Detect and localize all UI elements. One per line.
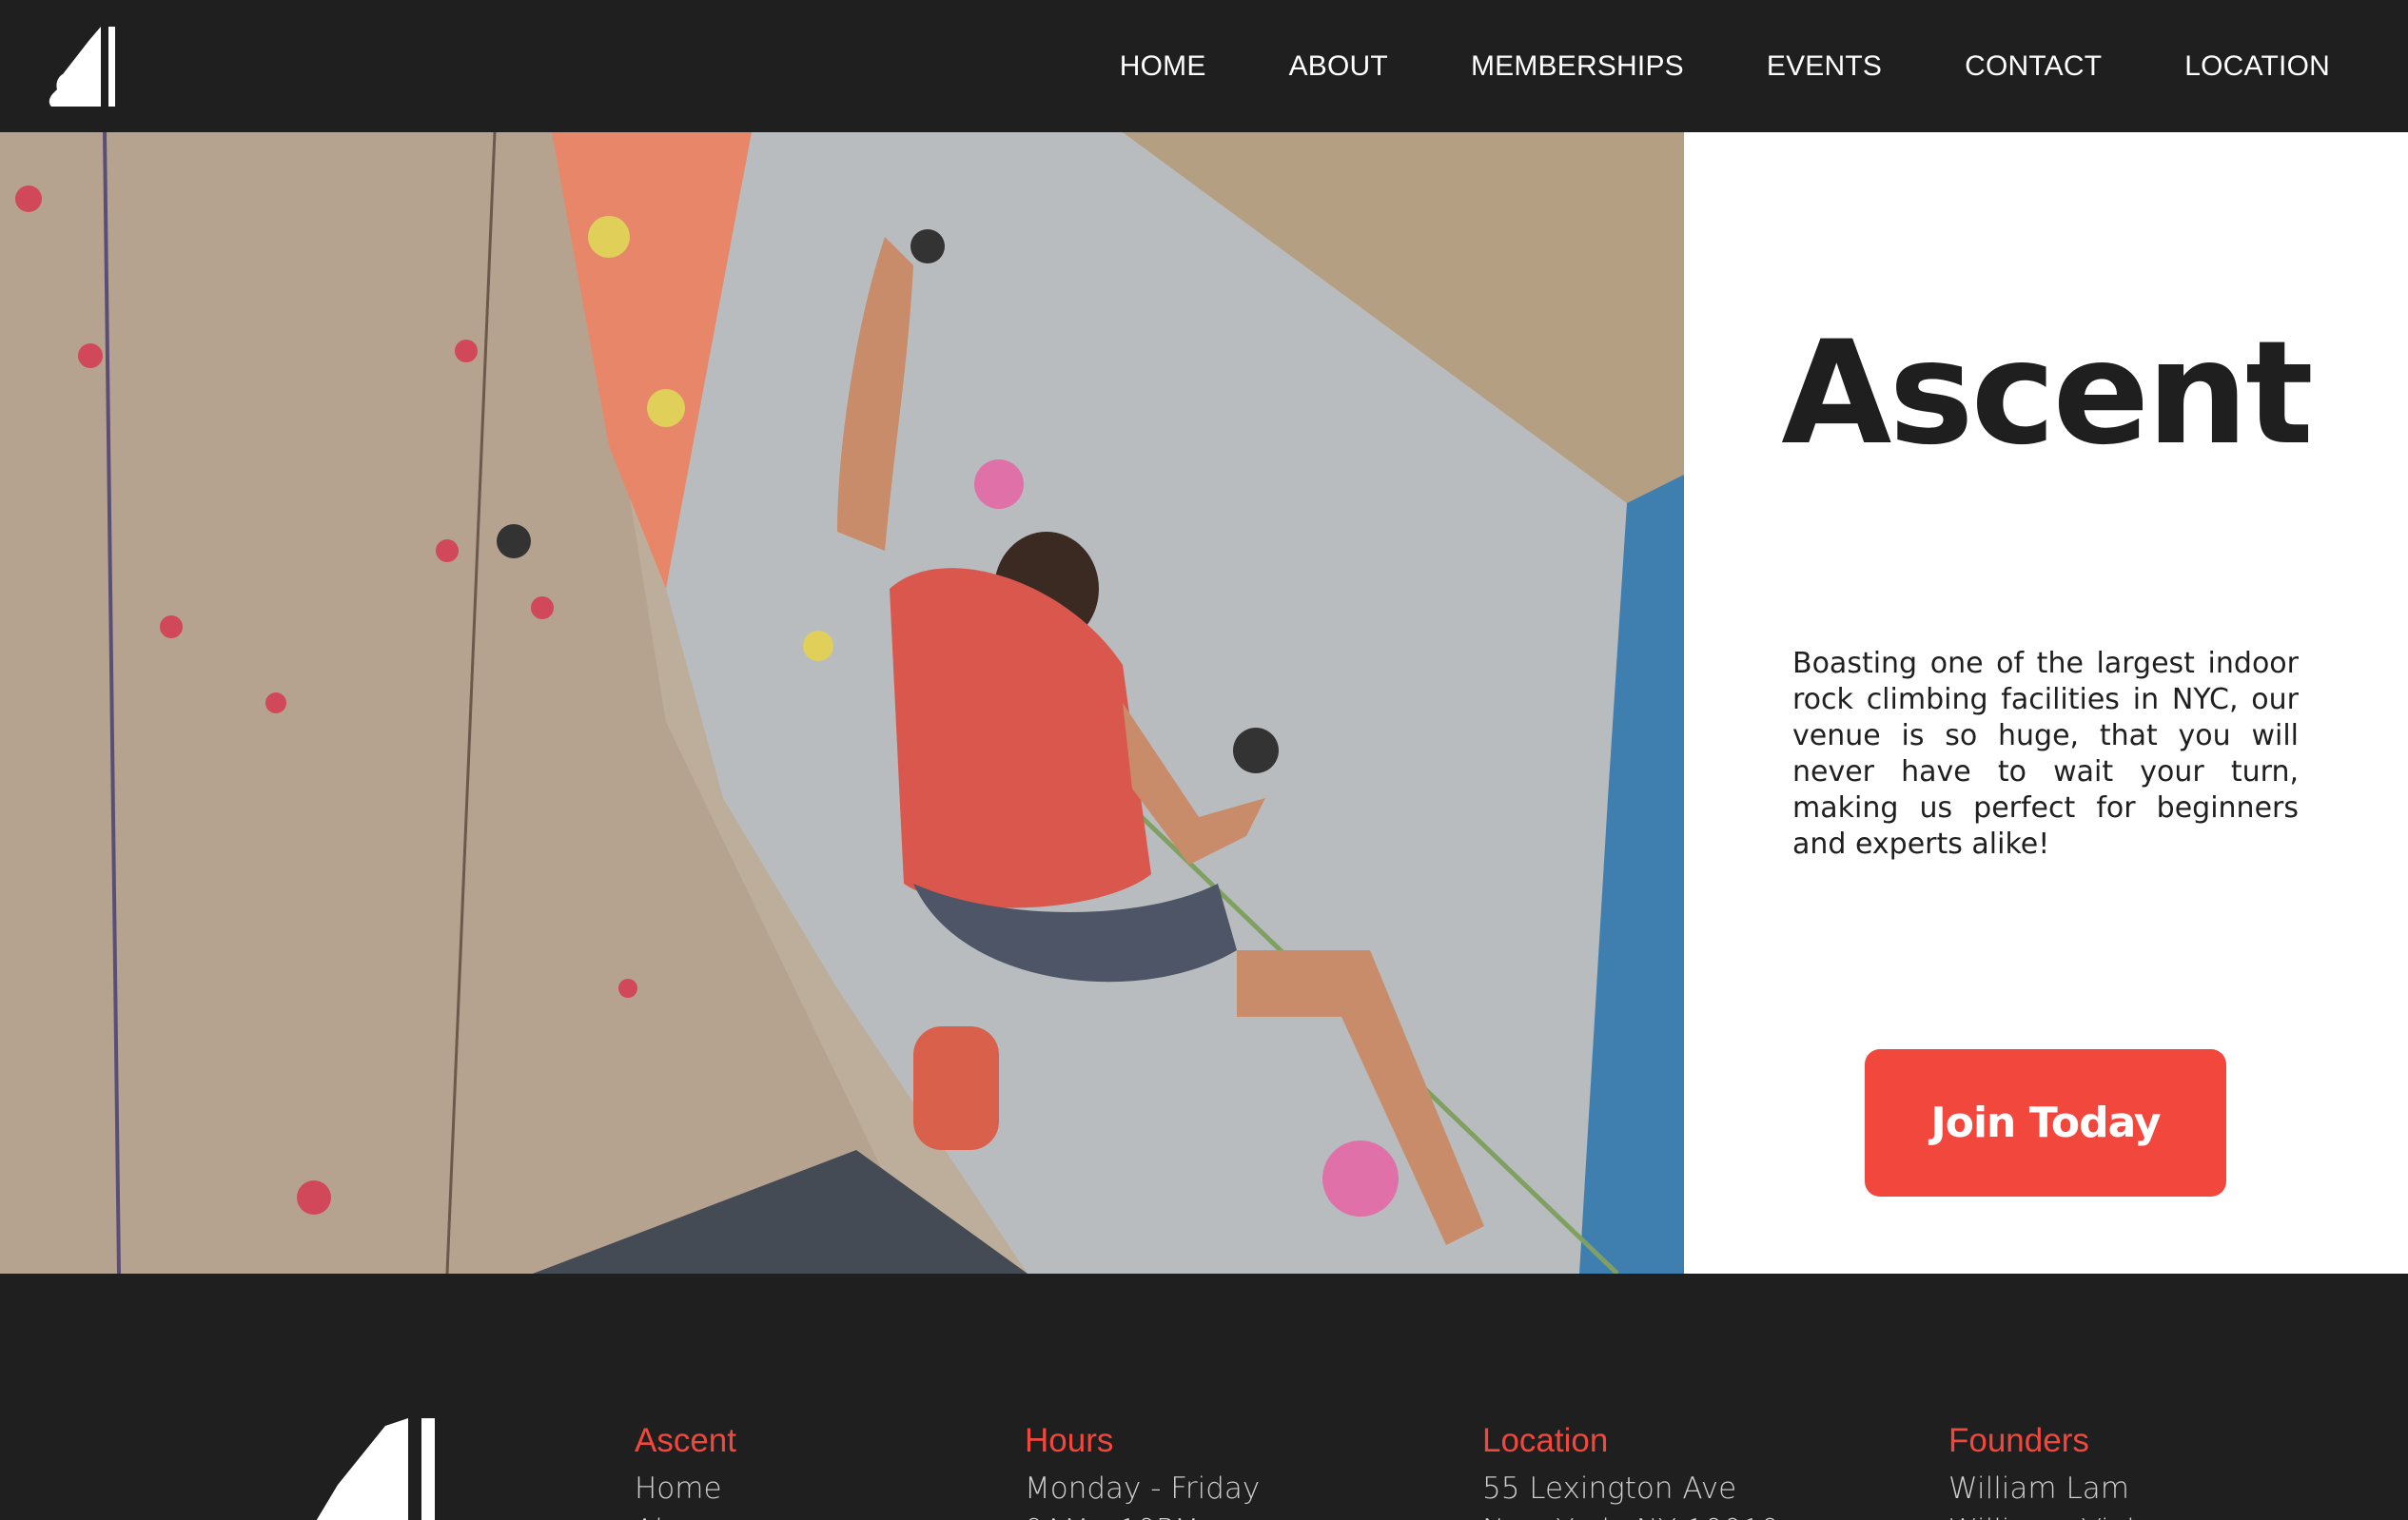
ascent-mountain-icon[interactable] xyxy=(309,1418,442,1520)
join-today-button[interactable]: Join Today xyxy=(1865,1049,2226,1197)
footer-address-city: New York, NY 10010 xyxy=(1482,1510,1779,1520)
footer-column-title: Hours xyxy=(1025,1422,1114,1459)
footer-column-title: Founders xyxy=(1948,1422,2089,1459)
nav-about-link[interactable]: ABOUT xyxy=(1289,50,1388,83)
site-footer: Ascent Home Ab Hours Monday - Friday 9AM… xyxy=(0,1274,2408,1520)
footer-founder-name: Williams Vick xyxy=(1948,1510,2143,1520)
footer-address-street: 55 Lexington Ave xyxy=(1482,1471,1737,1506)
hero-intro-panel: Ascent Boasting one of the largest indoo… xyxy=(1684,132,2408,1274)
hero-tagline: Boasting one of the largest indoor rock … xyxy=(1792,647,2299,861)
nav-events-link[interactable]: EVENTS xyxy=(1767,50,1882,83)
footer-column-founders: Founders William Lam Williams Vick xyxy=(1948,1422,2143,1520)
footer-hours-days: Monday - Friday xyxy=(1025,1471,1261,1506)
nav-location-link[interactable]: LOCATION xyxy=(2184,50,2330,83)
ascent-mountain-icon[interactable] xyxy=(48,27,116,107)
footer-column-title: Ascent xyxy=(635,1422,736,1459)
footer-link-home[interactable]: Home xyxy=(635,1468,736,1510)
nav-memberships-link[interactable]: MEMBERSHIPS xyxy=(1471,50,1684,83)
footer-founder-name: William Lam xyxy=(1948,1471,2129,1506)
footer-link-about[interactable]: Ab xyxy=(635,1510,736,1520)
top-navbar: HOME ABOUT MEMBERSHIPS EVENTS CONTACT LO… xyxy=(0,0,2408,132)
footer-column-hours: Hours Monday - Friday 9AM - 10PM xyxy=(1025,1422,1260,1520)
nav-contact-link[interactable]: CONTACT xyxy=(1965,50,2102,83)
nav-home-link[interactable]: HOME xyxy=(1120,50,1206,83)
footer-hours-time: 9AM - 10PM xyxy=(1025,1510,1260,1520)
footer-column-title: Location xyxy=(1482,1422,1609,1459)
hero-climber-image xyxy=(0,132,1684,1274)
footer-column-ascent: Ascent Home Ab xyxy=(635,1422,736,1520)
hero-title: Ascent xyxy=(1781,311,2314,477)
main-nav: HOME ABOUT MEMBERSHIPS EVENTS CONTACT LO… xyxy=(1037,0,2330,132)
footer-column-location: Location 55 Lexington Ave New York, NY 1… xyxy=(1482,1422,1779,1520)
